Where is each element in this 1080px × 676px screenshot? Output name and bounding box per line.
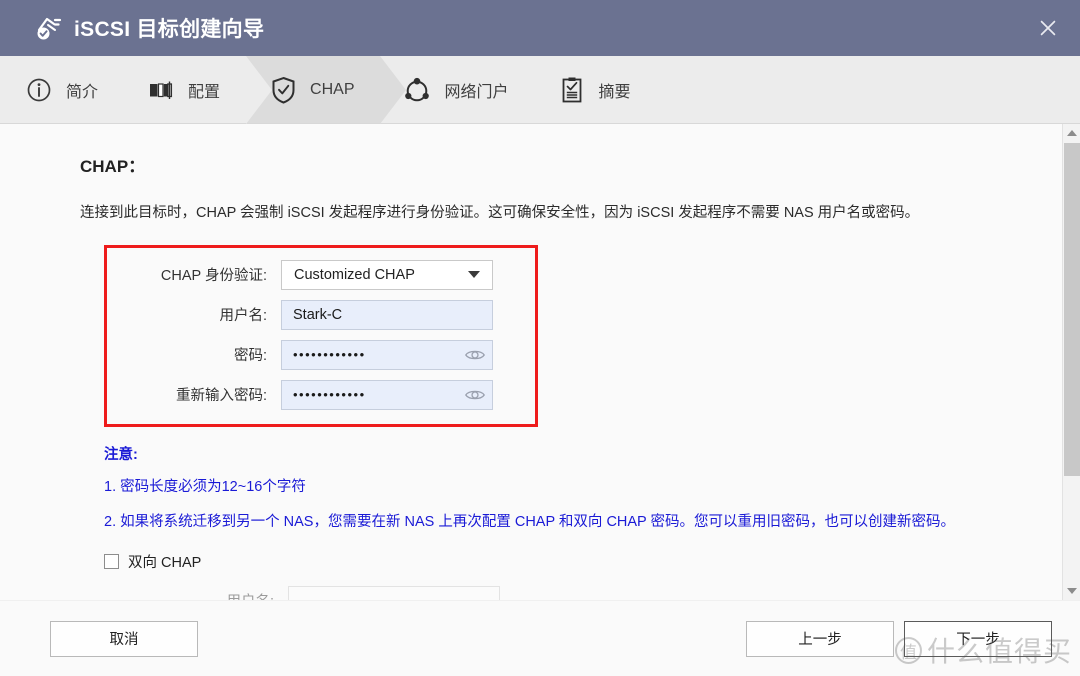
mutual-chap-row[interactable]: 双向 CHAP (104, 551, 1022, 572)
chap-description: 连接到此目标时，CHAP 会强制 iSCSI 发起程序进行身份验证。这可确保安全… (80, 203, 1022, 225)
confirm-password-label: 重新输入密码: (121, 384, 281, 405)
row-chap-auth: CHAP 身份验证: Customized CHAP (121, 260, 521, 290)
chap-auth-select[interactable]: Customized CHAP (281, 260, 493, 290)
mutual-chap-checkbox[interactable] (104, 554, 119, 569)
cancel-button[interactable]: 取消 (50, 621, 198, 657)
step-config[interactable]: 配置 (124, 56, 246, 123)
step-config-label: 配置 (188, 78, 220, 102)
content-scroll: CHAP： 连接到此目标时，CHAP 会强制 iSCSI 发起程序进行身份验证。… (0, 124, 1062, 600)
step-intro-label: 简介 (66, 78, 98, 102)
mutual-username-input[interactable] (288, 586, 500, 600)
iscsi-target-icon (34, 13, 64, 43)
confirm-password-value: •••••••••••• (293, 387, 366, 402)
network-portal-icon (402, 75, 432, 105)
note-item-1: 1. 密码长度必须为12~16个字符 (104, 476, 1004, 499)
window-title: iSCSI 目标创建向导 (74, 13, 264, 43)
mutual-username-row: 用户名: (104, 586, 1022, 600)
footer-bar: 取消 上一步 下一步 值 什么值得买 (0, 600, 1080, 676)
step-chap[interactable]: CHAP (246, 56, 380, 123)
mutual-username-label: 用户名: (104, 590, 288, 600)
chap-credentials-highlight: CHAP 身份验证: Customized CHAP 用户名: Stark-C … (104, 245, 538, 427)
shield-check-icon (268, 75, 298, 105)
note-item-2: 2. 如果将系统迁移到另一个 NAS，您需要在新 NAS 上再次配置 CHAP … (104, 511, 1004, 534)
step-intro[interactable]: 简介 (0, 56, 124, 123)
next-button[interactable]: 下一步 (904, 621, 1052, 657)
password-value: •••••••••••• (293, 347, 366, 362)
password-label: 密码: (121, 344, 281, 365)
info-circle-icon (24, 75, 54, 105)
step-network-portal-label: 网络门户 (444, 78, 508, 102)
chap-auth-label: CHAP 身份验证: (121, 264, 281, 285)
close-icon[interactable] (1036, 16, 1060, 40)
mutual-chap-label: 双向 CHAP (128, 551, 201, 572)
title-bar: iSCSI 目标创建向导 (0, 0, 1080, 56)
wizard-steps: 简介 配置 CHAP (0, 56, 1080, 124)
page-title: CHAP： (80, 152, 1022, 177)
username-label: 用户名: (121, 304, 281, 325)
chap-auth-value: Customized CHAP (294, 267, 415, 283)
disk-config-icon (146, 75, 176, 105)
notes-block: 注意: 1. 密码长度必须为12~16个字符 2. 如果将系统迁移到另一个 NA… (104, 443, 1022, 535)
confirm-password-input[interactable]: •••••••••••• (281, 380, 493, 410)
scroll-up-arrow-icon[interactable] (1063, 124, 1080, 142)
row-confirm-password: 重新输入密码: •••••••••••• (121, 380, 521, 410)
content-area: CHAP： 连接到此目标时，CHAP 会强制 iSCSI 发起程序进行身份验证。… (0, 124, 1080, 600)
iscsi-wizard-window: iSCSI 目标创建向导 简介 (0, 0, 1080, 676)
previous-button[interactable]: 上一步 (746, 621, 894, 657)
vertical-scrollbar[interactable] (1062, 124, 1080, 600)
step-summary-label: 摘要 (599, 78, 631, 102)
step-chap-label: CHAP (310, 81, 354, 99)
username-value: Stark-C (293, 307, 342, 323)
eye-icon[interactable] (464, 388, 486, 402)
step-summary[interactable]: 摘要 (535, 56, 657, 123)
username-input[interactable]: Stark-C (281, 300, 493, 330)
row-password: 密码: •••••••••••• (121, 340, 521, 370)
step-network-portal[interactable]: 网络门户 (380, 56, 534, 123)
chevron-down-icon (468, 271, 480, 278)
clipboard-check-icon (557, 75, 587, 105)
eye-icon[interactable] (464, 348, 486, 362)
notes-title: 注意: (104, 443, 1022, 464)
scrollbar-thumb[interactable] (1064, 143, 1080, 476)
row-username: 用户名: Stark-C (121, 300, 521, 330)
scroll-down-arrow-icon[interactable] (1063, 582, 1080, 600)
password-input[interactable]: •••••••••••• (281, 340, 493, 370)
